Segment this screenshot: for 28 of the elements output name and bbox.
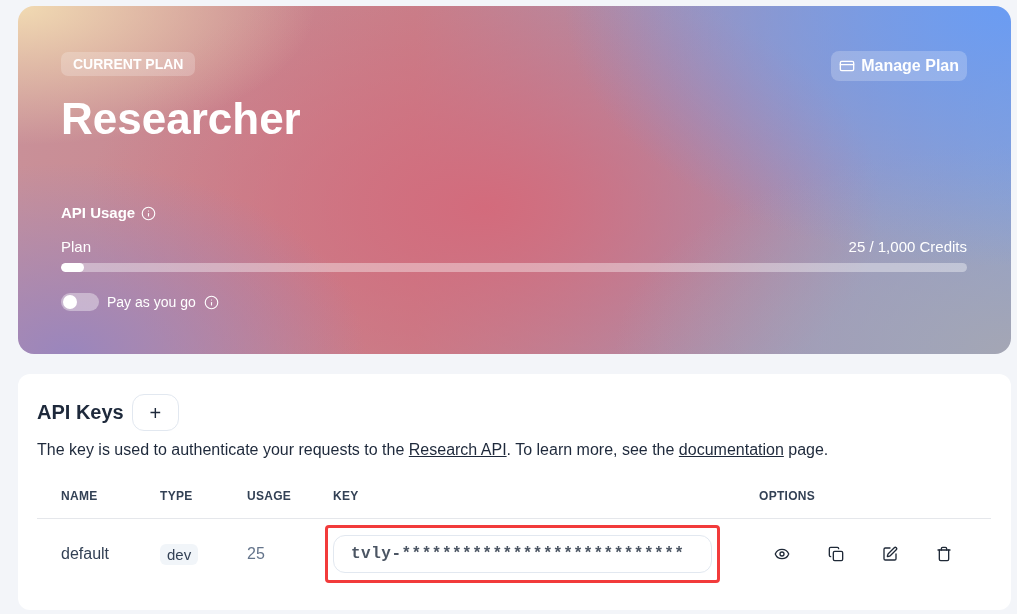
credits-reading: 25 / 1,000 Credits — [848, 238, 967, 256]
toggle-label: Pay as you go — [107, 293, 196, 311]
plan-badge: CURRENT PLAN — [61, 52, 196, 76]
toggle-switch[interactable] — [61, 293, 99, 311]
inline-link[interactable]: documentation — [678, 441, 784, 458]
key-type-tag: dev — [160, 543, 199, 565]
copy-icon — [828, 546, 844, 562]
type-column-header: TYPE — [160, 489, 193, 503]
key-column-header: KEY — [333, 489, 359, 503]
add-key-button[interactable]: + — [131, 394, 179, 431]
name-column-header: NAME — [61, 489, 98, 503]
key-name-cell: default — [61, 545, 110, 563]
api-key-field[interactable]: tvly-**************************** — [333, 535, 712, 573]
usage-cell: 25 — [247, 545, 265, 563]
description-text: The key is used to authenticate your requests to the Research API. To learn more, see the documentation page. — [37, 440, 830, 460]
trash-icon — [936, 546, 952, 562]
info-icon[interactable] — [141, 205, 157, 221]
meter-label: Plan — [61, 238, 92, 256]
inline-link[interactable]: Research API — [408, 441, 507, 458]
options-column-header: OPTIONS — [759, 489, 816, 503]
eye-icon — [774, 546, 790, 562]
card-icon — [839, 58, 856, 74]
section-title: API Keys — [37, 401, 124, 424]
usage-column-header: USAGE — [247, 489, 292, 503]
plan-name: Researcher — [61, 93, 302, 145]
usage-title: API Usage — [61, 204, 136, 222]
info-icon[interactable] — [203, 294, 219, 310]
pencil-icon — [882, 546, 898, 562]
